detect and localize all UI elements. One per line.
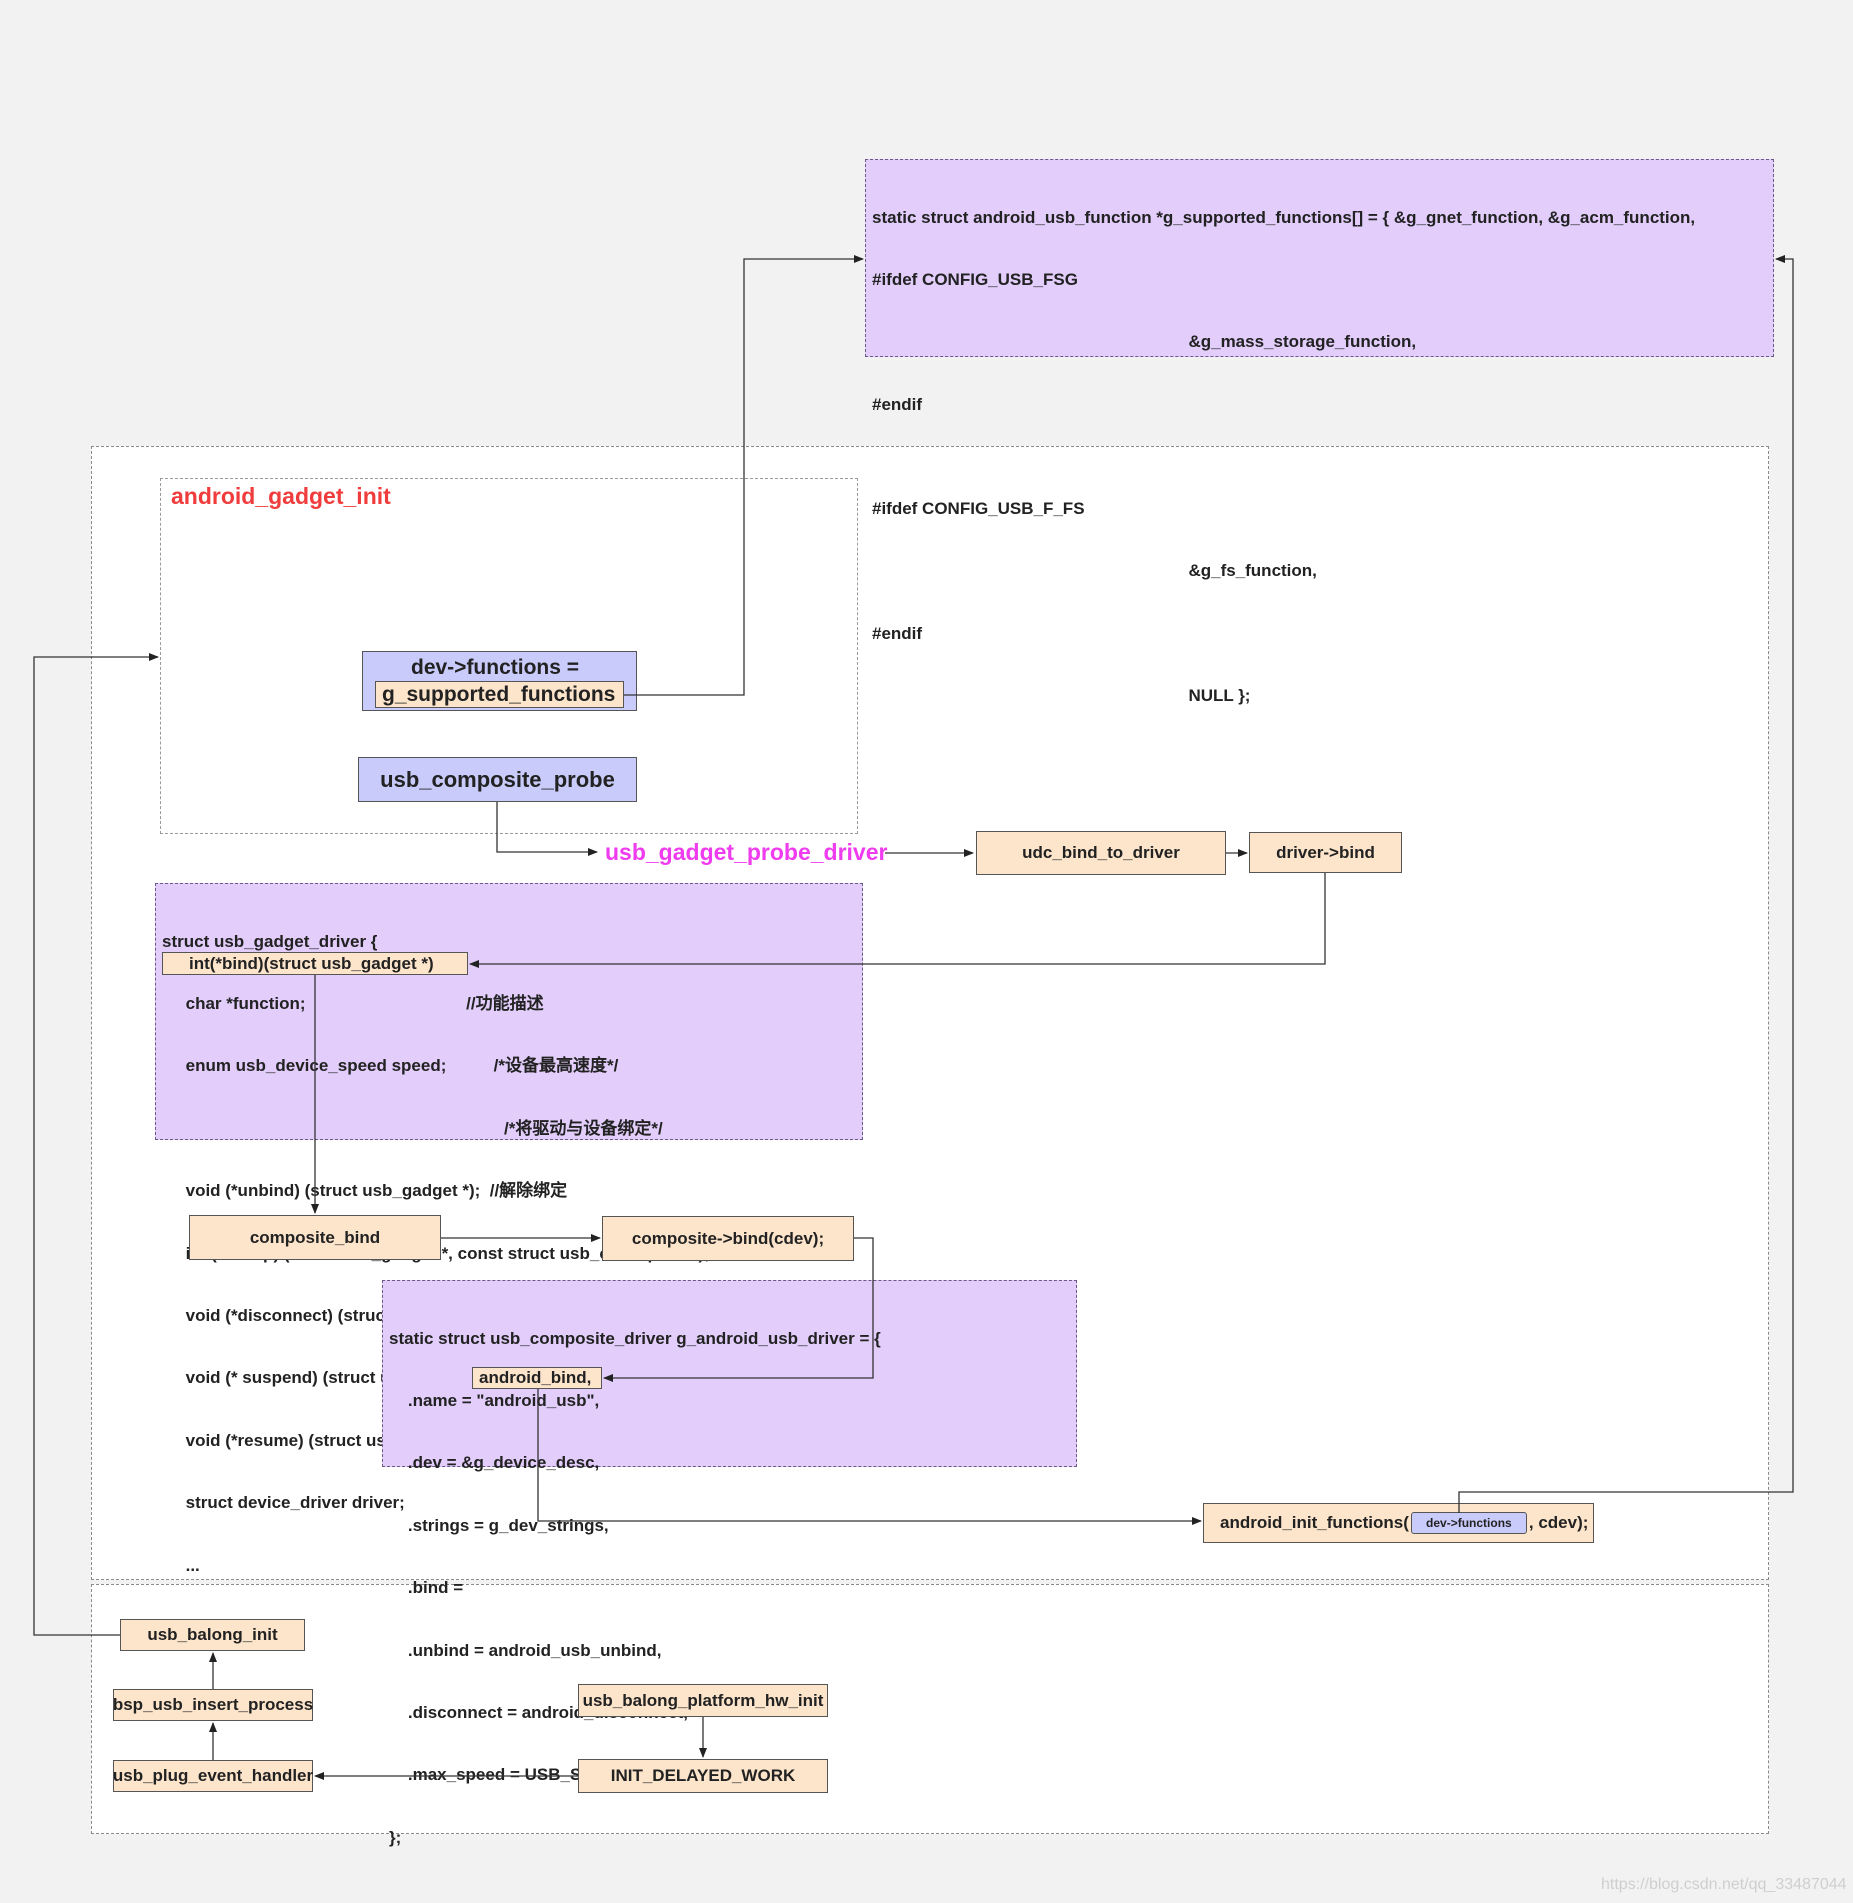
code-line: #endif — [872, 394, 923, 414]
code-line-bind: .bind = — [389, 1578, 468, 1598]
android-init-functions-node[interactable]: android_init_functions( dev->functions ,… — [1203, 1503, 1594, 1543]
code-line: static struct usb_composite_driver g_and… — [389, 1328, 881, 1348]
bsp-usb-insert-process-node[interactable]: bsp_usb_insert_process — [113, 1689, 313, 1721]
composite-bind-node[interactable]: composite_bind — [189, 1215, 441, 1260]
code-line: void (*unbind) (struct usb_gadget *); //… — [162, 1181, 568, 1201]
usb-balong-platform-hw-init-node[interactable]: usb_balong_platform_hw_init — [578, 1684, 828, 1717]
android-gadget-init-title: android_gadget_init — [171, 483, 391, 509]
android-init-functions-prefix: android_init_functions( — [1220, 1513, 1409, 1532]
usb-composite-probe-node[interactable]: usb_composite_probe — [358, 757, 637, 802]
code-line: char *function; //功能描述 — [162, 993, 544, 1013]
g-supported-functions-tag[interactable]: g_supported_functions — [375, 681, 624, 708]
code-line: .name = "android_usb", — [389, 1390, 600, 1410]
udc-bind-to-driver-node[interactable]: udc_bind_to_driver — [976, 831, 1226, 875]
usb-gadget-driver-struct: struct usb_gadget_driver { char *functio… — [155, 883, 863, 1637]
supported-functions-code-box: static struct android_usb_function *g_su… — [865, 159, 1774, 705]
dev-functions-arg-tag[interactable]: dev->functions — [1410, 1512, 1527, 1534]
code-line: &g_mass_storage_function, — [872, 332, 1417, 352]
composite-bind-cdev-node[interactable]: composite->bind(cdev); — [602, 1216, 854, 1261]
android-bind-tag[interactable]: android_bind, — [472, 1367, 602, 1389]
watermark-text: https://blog.csdn.net/qq_33487044 — [1601, 1876, 1847, 1893]
usb-plug-event-handler-node[interactable]: usb_plug_event_handler — [113, 1760, 313, 1792]
bind-function-pointer-tag[interactable]: int(*bind)(struct usb_gadget *) — [162, 952, 468, 975]
code-line: #ifdef CONFIG_USB_FSG — [872, 269, 1078, 289]
code-line-bind: /*将驱动与设备绑定*/ — [504, 1118, 663, 1138]
code-line: NULL }; — [872, 685, 1251, 705]
code-line: struct usb_gadget_driver { — [162, 931, 378, 951]
code-line: #endif — [872, 623, 923, 643]
code-line: .unbind = android_usb_unbind, — [389, 1640, 662, 1660]
code-line: enum usb_device_speed speed; /*设备最高速度*/ — [162, 1056, 619, 1076]
dev-functions-label: dev->functions = — [411, 656, 580, 679]
usb-gadget-probe-driver-label: usb_gadget_probe_driver — [603, 839, 890, 866]
usb-balong-init-node[interactable]: usb_balong_init — [120, 1619, 305, 1651]
android-init-functions-suffix: , cdev); — [1528, 1513, 1589, 1532]
code-line: #ifdef CONFIG_USB_F_FS — [872, 498, 1085, 518]
code-line: .dev = &g_device_desc, — [389, 1453, 600, 1473]
code-line: static struct android_usb_function *g_su… — [872, 207, 1696, 227]
code-line: }; — [389, 1827, 402, 1847]
driver-bind-node[interactable]: driver->bind — [1249, 832, 1402, 873]
code-line: &g_fs_function, — [872, 561, 1317, 581]
init-delayed-work-node[interactable]: INIT_DELAYED_WORK — [578, 1759, 828, 1793]
code-line: .strings = g_dev_strings, — [389, 1515, 609, 1535]
